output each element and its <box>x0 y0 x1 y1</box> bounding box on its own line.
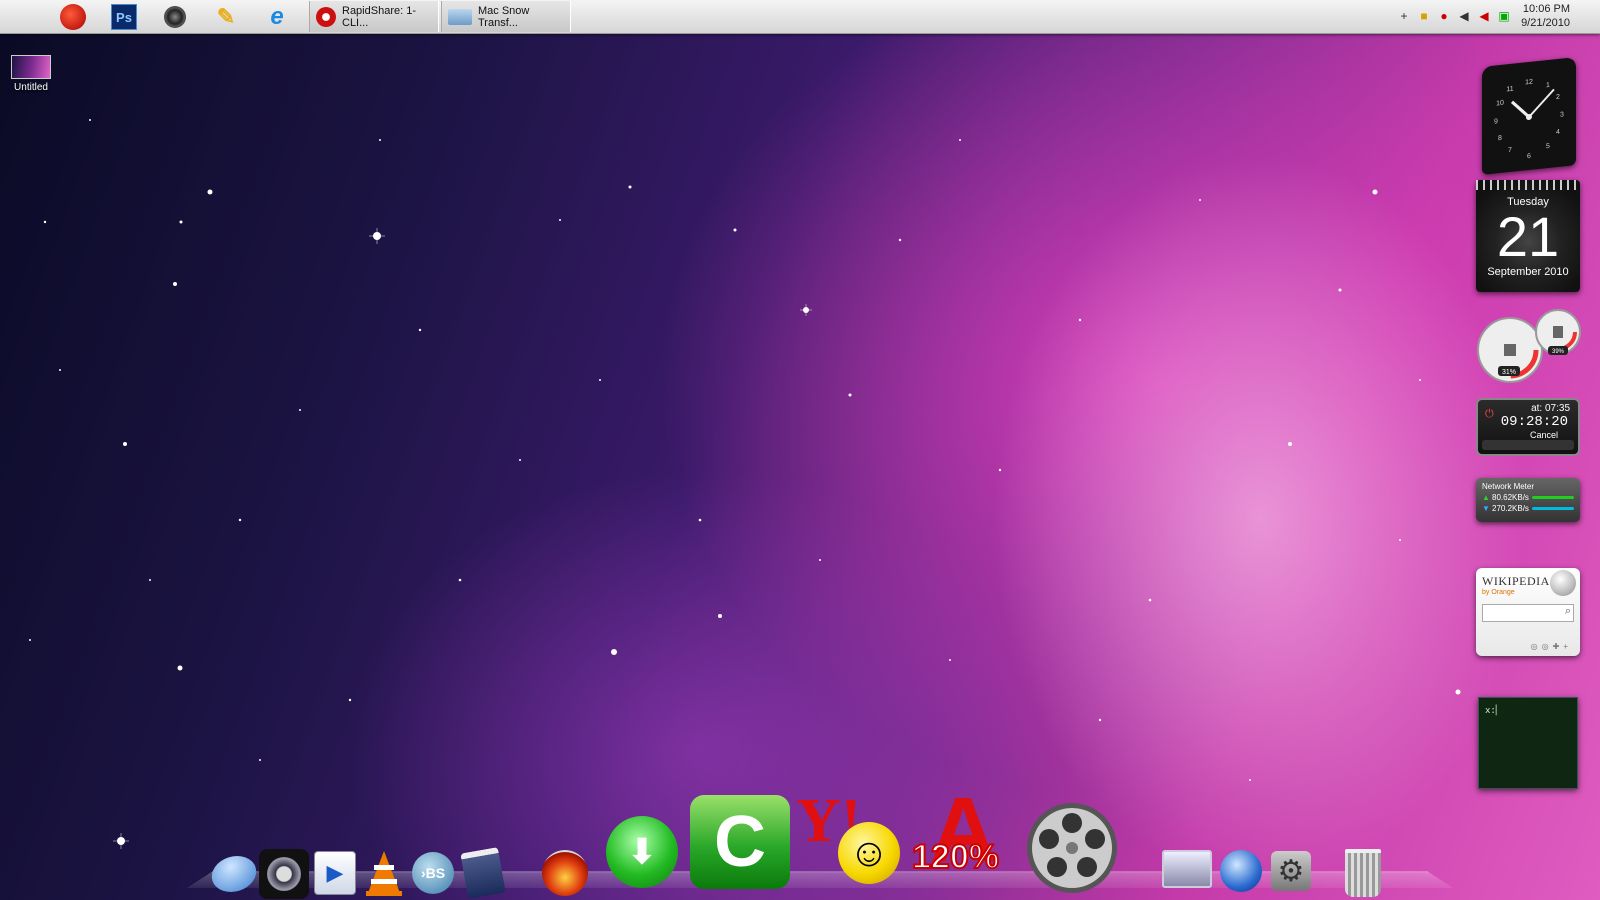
starfield <box>29 119 1461 849</box>
alcohol-120-icon[interactable]: A 120% <box>911 784 1024 894</box>
calendar-month-year: September 2010 <box>1487 266 1569 278</box>
wikipedia-controls[interactable]: ◎◎✚+ <box>1531 642 1572 651</box>
svg-text:11: 11 <box>1506 86 1513 94</box>
task-label: RapidShare: 1-CLI... <box>342 4 416 29</box>
system-tray: + ■ ● ◀ ◀ ▣ <box>1396 8 1512 24</box>
timer-at: at: 07:35 <box>1531 403 1570 414</box>
terminal-gadget[interactable]: x:▏ <box>1478 697 1578 789</box>
analog-clock-gadget[interactable]: 12 3 6 9 12 45 7 8 10 11 <box>1482 57 1576 175</box>
trash-icon[interactable] <box>1340 848 1386 898</box>
burning-software-icon[interactable] <box>540 848 590 898</box>
task-label: Mac Snow Transf... <box>478 4 530 29</box>
wikipedia-gadget: WIKIPEDIA by Orange ⌕ ◎◎✚+ <box>1476 568 1580 656</box>
antivirus-icon[interactable]: ● <box>1436 8 1452 24</box>
film-reel-icon[interactable] <box>1024 800 1120 896</box>
itunes-icon[interactable] <box>208 853 260 895</box>
svg-text:7: 7 <box>1508 147 1512 154</box>
svg-text:8: 8 <box>1498 135 1502 142</box>
desktop-icon-untitled[interactable]: Untitled <box>10 55 52 93</box>
window-icon <box>448 8 472 25</box>
flash-player-icon[interactable] <box>59 3 87 31</box>
calendar-day: 21 <box>1496 205 1560 268</box>
photoshop-icon[interactable]: Ps <box>110 3 138 31</box>
add-icon[interactable]: + <box>1396 8 1412 24</box>
download-manager-icon[interactable]: ⬇ <box>604 812 680 892</box>
clock-time: 10:06 PM <box>1522 3 1570 15</box>
volume-icon[interactable]: ◀ <box>1476 8 1492 24</box>
timer-cancel-button[interactable]: Cancel <box>1530 430 1558 440</box>
camera-icon[interactable] <box>161 3 189 31</box>
video-editor-icon[interactable] <box>460 847 506 899</box>
apple-menu-icon[interactable] <box>8 3 36 31</box>
utorrent-icon[interactable]: C <box>688 792 792 892</box>
task-button-rapidshare[interactable]: RapidShare: 1-CLI... <box>309 1 439 32</box>
upload-speed: 80.62KB/s <box>1492 493 1529 502</box>
calendar-rings <box>1476 180 1580 190</box>
media-player-icon[interactable] <box>258 848 310 900</box>
svg-text:12: 12 <box>1525 79 1533 87</box>
svg-text:10: 10 <box>1496 100 1504 108</box>
power-icon[interactable]: ⏻ <box>1485 408 1494 421</box>
system-preferences-icon[interactable]: ⚙ <box>1268 848 1314 894</box>
speaker-icon[interactable]: ◀ <box>1456 8 1472 24</box>
terminal-prompt: x: <box>1485 706 1496 716</box>
timer-controls[interactable] <box>1482 440 1574 450</box>
wikipedia-search-input[interactable]: ⌕ <box>1482 604 1574 622</box>
cpu-gauges: 31% 39% <box>1477 309 1581 383</box>
desktop-icon-label: Untitled <box>14 82 48 93</box>
opera-icon <box>316 6 336 27</box>
network-status-icon[interactable]: ▣ <box>1496 8 1512 24</box>
svg-text:3: 3 <box>1560 111 1564 118</box>
svg-text:5: 5 <box>1546 143 1550 150</box>
internet-explorer-icon[interactable]: e <box>263 3 291 31</box>
upload-arrow-icon: ▲ <box>1482 493 1490 502</box>
taskbar: Ps ✎ e RapidShare: 1-CLI... Mac Snow Tra… <box>0 0 1600 34</box>
cpu-meter-gadget[interactable]: 31% 39% <box>1476 306 1582 386</box>
calendar-gadget[interactable]: Tuesday 21 September 2010 <box>1476 180 1580 292</box>
upload-meter <box>1532 496 1574 499</box>
taskbar-clock[interactable]: 10:06 PM 9/21/2010 <box>1521 2 1570 30</box>
network-meter-gadget[interactable]: Network Meter ▲ 80.62KB/s ▼ 270.2KB/s <box>1476 478 1580 522</box>
keys-icon[interactable]: ✎ <box>212 3 240 31</box>
cpu-value: 31% <box>1502 369 1516 376</box>
svg-text:1: 1 <box>1546 82 1550 89</box>
network-globe-icon[interactable] <box>1218 848 1264 894</box>
zoom-label: 120% <box>911 837 1000 877</box>
network-meter-title: Network Meter <box>1482 482 1535 491</box>
folder-icon[interactable]: ■ <box>1416 8 1432 24</box>
task-button-mac-snow[interactable]: Mac Snow Transf... <box>441 1 571 32</box>
svg-text:6: 6 <box>1527 153 1531 160</box>
ram-value: 39% <box>1552 349 1565 355</box>
windows-media-player-icon[interactable]: ▶ <box>312 850 358 896</box>
vlc-icon[interactable] <box>362 848 406 898</box>
timer-countdown: 09:28:20 <box>1500 414 1568 430</box>
download-speed: 270.2KB/s <box>1492 504 1529 513</box>
download-meter <box>1532 507 1574 510</box>
svg-text:4: 4 <box>1556 129 1560 136</box>
svg-text:9: 9 <box>1494 118 1498 125</box>
svg-text:2: 2 <box>1556 94 1560 101</box>
search-icon[interactable]: ⌕ <box>1565 605 1571 618</box>
download-arrow-icon: ▼ <box>1482 504 1490 513</box>
yahoo-messenger-icon[interactable]: Y! ☺ <box>796 782 908 892</box>
clock-date: 9/21/2010 <box>1521 17 1570 29</box>
image-file-icon <box>11 55 51 79</box>
wikipedia-globe-icon <box>1550 570 1576 596</box>
bs-player-icon[interactable]: ›BS <box>410 850 456 896</box>
computer-icon[interactable] <box>1162 844 1212 894</box>
clock-face: 12 3 6 9 12 45 78 1011 <box>1494 79 1564 161</box>
shutdown-timer-gadget: ⏻ at: 07:35 09:28:20 Cancel <box>1476 398 1580 456</box>
